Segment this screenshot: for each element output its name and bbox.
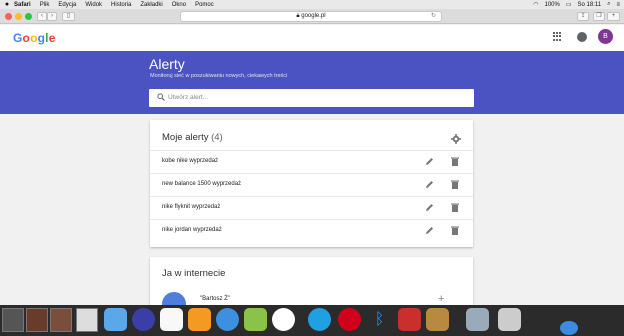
itunes-icon[interactable] (160, 308, 183, 331)
new-tab-icon[interactable]: + (607, 12, 620, 21)
finder-icon[interactable] (104, 308, 127, 331)
alert-label: new balance 1500 wyprzedaż (162, 181, 242, 187)
lock-icon: 🔒︎ (296, 13, 300, 19)
my-alerts-card: Moje alerty (4) kobe nike wyprzedaż new … (150, 120, 473, 247)
address-bar[interactable]: 🔒︎ google.pl ↻ (180, 11, 442, 22)
skype-icon[interactable] (308, 308, 331, 331)
create-alert-input[interactable]: Utwórz alert... (149, 89, 474, 107)
downloads-stack-icon[interactable] (560, 321, 578, 335)
menu-safari[interactable]: Safari (14, 2, 31, 8)
add-person-button[interactable]: + (438, 293, 444, 305)
menu-edit[interactable]: Edycja (58, 2, 76, 8)
alert-label: nike flyknit wyprzedaż (162, 204, 221, 210)
mac-menubar: ● Safari Plik Edycja Widok Historia Zakł… (0, 0, 624, 9)
my-alerts-title-text: Moje alerty (162, 132, 209, 143)
person-name: "Bartosz Ż" (200, 296, 230, 302)
dock-thumbnail[interactable] (50, 308, 72, 332)
zoom-window-button[interactable] (25, 13, 32, 20)
mac-dock: ᛒ (0, 305, 624, 336)
logo-letter: o (22, 31, 31, 45)
bluetooth-icon[interactable]: ᛒ (368, 308, 391, 331)
delete-trash-icon[interactable] (451, 157, 459, 166)
notifications-icon[interactable] (577, 32, 587, 42)
edit-pencil-icon[interactable] (425, 203, 434, 212)
photos-icon[interactable] (272, 308, 295, 331)
menu-file[interactable]: Plik (40, 2, 50, 8)
logo-letter: o (30, 31, 38, 45)
menu-list-icon[interactable]: ≡ (616, 2, 620, 8)
page-title: Alerty (149, 56, 185, 72)
apple-menu-icon[interactable]: ● (0, 1, 14, 8)
maps-icon[interactable] (244, 308, 267, 331)
logo-letter: e (48, 31, 56, 45)
sidebar-toggle-icon[interactable]: ▯ (62, 12, 75, 21)
ibooks-icon[interactable] (188, 308, 211, 331)
tabs-overview-icon[interactable]: ❐ (593, 12, 605, 21)
opera-icon[interactable] (338, 308, 361, 331)
back-button[interactable]: ‹ (37, 12, 47, 21)
alert-row[interactable]: nike flyknit wyprzedaż (150, 196, 473, 219)
alert-label: kobe nike wyprzedaż (162, 158, 219, 164)
my-alerts-count: (4) (211, 132, 223, 143)
wifi-icon[interactable]: ◠ (533, 1, 538, 8)
url-text: google.pl (301, 13, 326, 19)
alert-label: nike jordan wyprzedaż (162, 227, 222, 233)
dock-thumbnail[interactable] (2, 308, 24, 332)
alert-row[interactable]: new balance 1500 wyprzedaż (150, 173, 473, 196)
siri-icon[interactable] (132, 308, 155, 331)
logo-letter: G (13, 31, 23, 45)
close-window-button[interactable] (5, 13, 12, 20)
battery-icon[interactable]: ▭ (566, 1, 572, 8)
account-avatar[interactable]: B (598, 29, 613, 44)
alert-row[interactable]: kobe nike wyprzedaż (150, 150, 473, 173)
delete-trash-icon[interactable] (451, 180, 459, 189)
edit-pencil-icon[interactable] (425, 226, 434, 235)
reload-icon[interactable]: ↻ (431, 12, 436, 21)
safari-icon[interactable] (216, 308, 239, 331)
page-subtitle: Monitoruj sieć w poszukiwaniu nowych, ci… (150, 73, 288, 79)
trash-icon[interactable] (498, 308, 521, 331)
alerts-hero: Alerty Monitoruj sieć w poszukiwaniu now… (0, 51, 624, 114)
minimize-window-button[interactable] (15, 13, 22, 20)
apps-grid-icon[interactable] (553, 32, 562, 41)
menu-window[interactable]: Okno (172, 2, 186, 8)
browser-toolbar: ‹ › ▯ 🔒︎ google.pl ↻ ⇪ ❐ + (0, 9, 624, 24)
my-alerts-title: Moje alerty (4) (162, 132, 223, 143)
menu-history[interactable]: Historia (111, 2, 131, 8)
menu-view[interactable]: Widok (85, 2, 102, 8)
clock[interactable]: So 18:11 (578, 2, 602, 8)
menu-bookmarks[interactable]: Zakładki (140, 2, 162, 8)
alert-row[interactable]: nike jordan wyprzedaż (150, 219, 473, 242)
search-icon[interactable]: ⌕ (607, 1, 610, 8)
battery-percent: 100% (544, 1, 560, 8)
preview-icon[interactable] (466, 308, 489, 331)
google-logo[interactable]: Google (13, 31, 56, 45)
search-icon (157, 93, 165, 101)
menubar-status: ◠ 100% ▭ So 18:11 ⌕ ≡ (533, 0, 620, 9)
edit-pencil-icon[interactable] (425, 157, 434, 166)
menu-help[interactable]: Pomoc (195, 2, 214, 8)
paint-palette-icon[interactable] (426, 308, 449, 331)
forward-button[interactable]: › (47, 12, 57, 21)
delete-trash-icon[interactable] (451, 203, 459, 212)
acrobat-icon[interactable] (398, 308, 421, 331)
google-header: Google B (0, 25, 624, 51)
dock-thumbnail[interactable] (26, 308, 48, 332)
gear-icon[interactable] (451, 134, 461, 144)
logo-letter: g (37, 31, 46, 45)
me-on-web-title: Ja w internecie (162, 268, 226, 279)
edit-pencil-icon[interactable] (425, 180, 434, 189)
create-alert-placeholder: Utwórz alert... (168, 94, 209, 101)
dock-thumbnail[interactable] (76, 308, 98, 332)
share-icon[interactable]: ⇪ (577, 12, 589, 21)
delete-trash-icon[interactable] (451, 226, 459, 235)
